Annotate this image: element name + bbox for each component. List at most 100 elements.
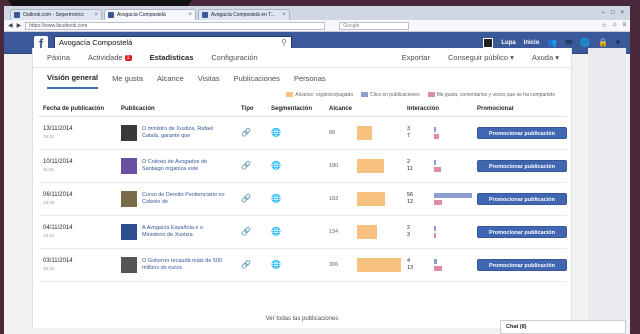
reach-bar [357, 224, 377, 239]
chat-bar[interactable]: Chat (8) [500, 320, 626, 334]
table-row[interactable]: 04/11/2014 13:44 A Avogacía Española e o … [39, 215, 567, 249]
post-cell: Curso de Dereito Penitenciario no Colexi… [117, 182, 237, 216]
post-link[interactable]: O ministro de Xustiza, Rafael Catalá, ga… [142, 126, 228, 140]
address-bar: ◀ ▶ https://www.facebook.com Google ☆ ⌂ … [4, 20, 630, 32]
browser-search-input[interactable]: Google [339, 21, 410, 30]
close-icon[interactable]: × [282, 10, 286, 20]
avatar[interactable] [483, 37, 494, 48]
column-header-reach[interactable]: Alcance [325, 102, 403, 117]
column-header-date[interactable]: Fecha de publicación [39, 102, 117, 117]
url-input[interactable]: https://www.facebook.com [25, 21, 326, 30]
reach-value: 180 [329, 162, 339, 169]
posts-table: Fecha de publicación Publicación Tipo Se… [39, 102, 567, 282]
browser-tab-2[interactable]: Avogacía Compostelá × [104, 9, 196, 20]
reach-cell: 88 [325, 116, 403, 150]
minimize-icon[interactable]: – [602, 10, 605, 16]
close-window-icon[interactable]: × [620, 10, 624, 16]
post-thumbnail[interactable] [121, 190, 137, 207]
promote-post-button[interactable]: Promocionar publicación [477, 159, 567, 172]
view-all-posts-link[interactable]: Ver todas las publicaciones [33, 316, 571, 322]
friend-requests-icon[interactable]: 👥 [547, 38, 557, 47]
post-thumbnail[interactable] [121, 256, 137, 273]
likes-bar [434, 199, 442, 205]
home-icon[interactable]: ⌂ [613, 22, 617, 29]
browser-tab-1[interactable]: Outlook.com - Sepertronics × [10, 9, 102, 20]
promote-post-button[interactable]: Promocionar publicación [477, 258, 567, 271]
clicks-bar [434, 225, 436, 231]
targeting-cell: 🌐 [267, 149, 325, 183]
link-icon: 🔗 [241, 227, 251, 236]
search-icon[interactable]: ⚲ [281, 37, 287, 49]
maximize-icon[interactable]: □ [611, 10, 615, 16]
favicon-icon [108, 12, 114, 18]
legend-item-clicks: Clics en publicaciones [361, 92, 420, 98]
nav-page[interactable]: Páxina [47, 53, 70, 62]
clicks-value: 2 [407, 158, 411, 165]
table-row[interactable]: 10/11/2014 11:40 O Colexio de Avogados de… [39, 149, 567, 183]
build-audience-dropdown[interactable]: Conseguir público ▾ [448, 53, 514, 62]
settings-icon[interactable]: ▾ [616, 38, 620, 47]
type-cell: 🔗 [237, 116, 267, 150]
table-row[interactable]: 13/11/2014 15:41 O ministro de Xustiza, R… [39, 116, 567, 150]
back-icon[interactable]: ◀ [8, 22, 13, 29]
browser-tab-3[interactable]: Avogacía Compostelá en T... × [198, 9, 290, 20]
table-row[interactable]: 06/11/2014 13:33 Curso de Dereito Peniten… [39, 182, 567, 216]
targeting-cell: 🌐 [267, 215, 325, 249]
home-link[interactable]: Inicio [524, 40, 540, 46]
tab-overview[interactable]: Visión general [47, 68, 99, 89]
post-link[interactable]: O Colexio de Avogados de Santiago organi… [142, 159, 228, 173]
export-link[interactable]: Exportar [402, 53, 430, 62]
post-link[interactable]: A Avogacía Española e o Ministerio de Xu… [142, 225, 228, 239]
globe-icon: 🌐 [271, 128, 281, 137]
post-thumbnail[interactable] [121, 124, 137, 141]
link-icon: 🔗 [241, 194, 251, 203]
legend-swatch [427, 92, 435, 97]
reach-bar [357, 191, 385, 206]
tab-visits[interactable]: Visitas [198, 69, 220, 88]
clicks-value: 56 [407, 191, 414, 198]
menu-icon[interactable]: ≡ [622, 22, 626, 29]
reach-cell: 306 [325, 248, 403, 282]
column-header-post[interactable]: Publicación [117, 102, 237, 117]
facebook-header-right: Lupa Inicio 👥 ✉ 🌐 🔒 ▾ [483, 37, 630, 48]
post-thumbnail[interactable] [121, 223, 137, 240]
promote-post-button[interactable]: Promocionar publicación [477, 192, 567, 205]
post-link[interactable]: Curso de Dereito Penitenciario no Colexi… [142, 192, 228, 206]
close-icon[interactable]: × [188, 10, 192, 20]
engagement-cell: 37 [403, 116, 473, 150]
reach-cell: 180 [325, 149, 403, 183]
tab-likes[interactable]: Me gusta [112, 69, 143, 88]
user-name-link[interactable]: Lupa [501, 40, 515, 46]
forward-icon[interactable]: ▶ [17, 22, 22, 29]
engagement-cell: 23 [403, 215, 473, 249]
notifications-icon[interactable]: 🌐 [580, 38, 590, 47]
column-header-targeting[interactable]: Segmentación [267, 102, 325, 117]
tab-people[interactable]: Personas [294, 69, 326, 88]
type-cell: 🔗 [237, 149, 267, 183]
tab-posts[interactable]: Publicaciones [234, 69, 280, 88]
chart-legend: Alcance: orgánico/pagado Clics en public… [33, 88, 571, 102]
tab-reach[interactable]: Alcance [157, 69, 184, 88]
reach-value: 306 [329, 261, 339, 268]
nav-insights[interactable]: Estadísticas [150, 53, 194, 62]
promote-post-button[interactable]: Promocionar publicación [477, 225, 567, 238]
table-row[interactable]: 03/11/2014 10:10 O Goberno recaudá máis d… [39, 248, 567, 282]
likes-bar [434, 133, 439, 139]
nav-settings[interactable]: Configuración [211, 53, 257, 62]
likes-value: 3 [407, 231, 411, 238]
messages-icon[interactable]: ✉ [565, 38, 572, 47]
post-link[interactable]: O Goberno recaudá máis de 500 millóns de… [142, 258, 228, 272]
close-icon[interactable]: × [94, 10, 98, 20]
nav-activity[interactable]: Actividade 1 [88, 53, 132, 62]
post-time: 15:41 [43, 134, 55, 139]
help-dropdown[interactable]: Axuda ▾ [532, 53, 559, 62]
promote-post-button[interactable]: Promocionar publicación [477, 126, 567, 139]
column-header-type[interactable]: Tipo [237, 102, 267, 117]
column-header-promote: Promocionar [473, 102, 567, 117]
type-cell: 🔗 [237, 182, 267, 216]
lock-icon[interactable]: 🔒 [598, 38, 608, 47]
post-thumbnail[interactable] [121, 157, 137, 174]
star-icon[interactable]: ☆ [601, 22, 606, 29]
column-header-engagement[interactable]: Interacción [403, 102, 473, 117]
clicks-bar [434, 159, 436, 165]
